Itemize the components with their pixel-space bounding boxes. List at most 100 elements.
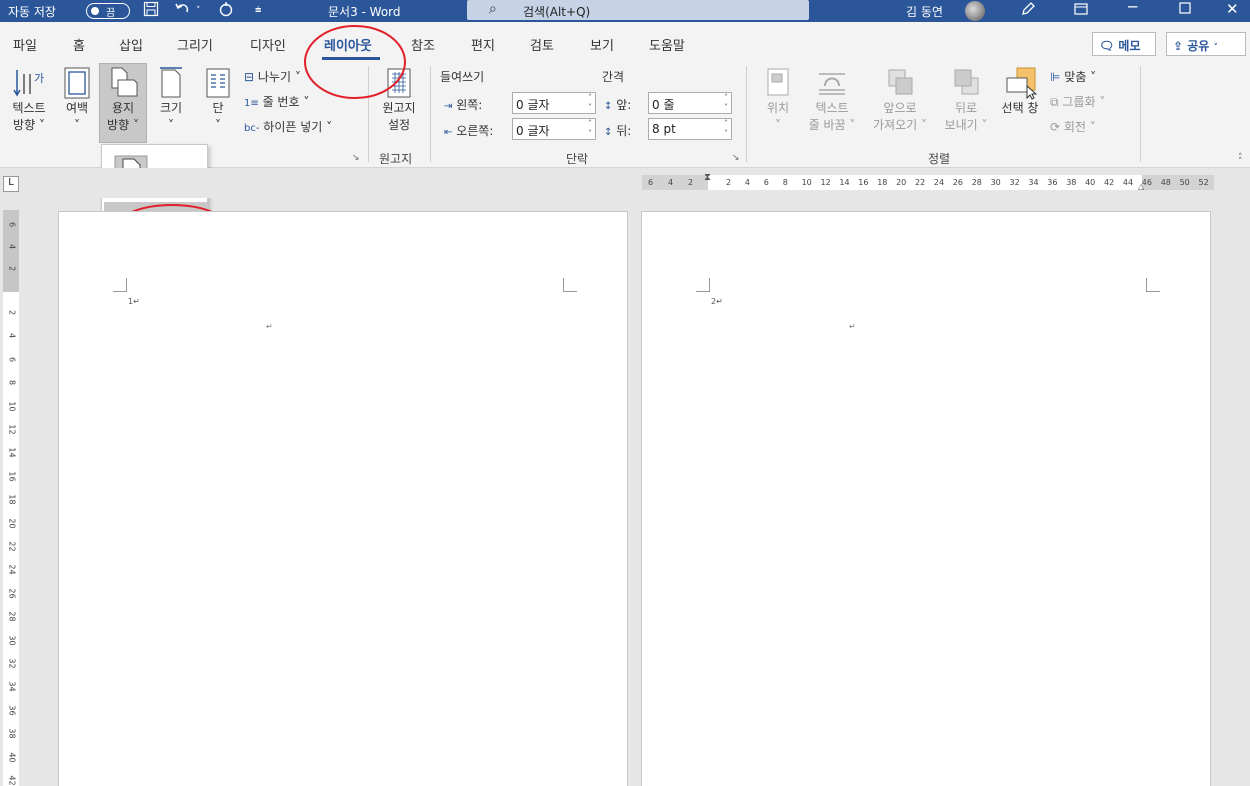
tab-view[interactable]: 보기 — [590, 35, 614, 54]
user-name[interactable]: 김 동연 — [906, 3, 943, 20]
send-backward-button[interactable]: 뒤로 보내기 ˅ — [936, 66, 996, 134]
tab-design[interactable]: 디자인 — [250, 35, 286, 54]
tab-draw[interactable]: 그리기 — [177, 35, 213, 54]
vruler-tick-label: 14 — [7, 447, 17, 458]
hyphenation-button[interactable]: bc- 하이픈 넣기 ˅ — [244, 118, 332, 135]
spacing-after-label: ↕ 뒤: — [604, 122, 631, 139]
page-2-paragraph-mark: ↵ — [849, 322, 856, 331]
share-button[interactable]: ⇪ 공유 ˅ — [1166, 32, 1246, 56]
text-direction-icon: 가 — [13, 70, 44, 97]
autosave-toggle[interactable]: 끔 — [86, 3, 130, 19]
wrap-text-label-2: 줄 바꿈 ˅ — [808, 118, 856, 132]
spacing-after-value: 8 pt — [652, 122, 676, 136]
breaks-button[interactable]: ⊟ 나누기 ˅ — [244, 68, 301, 85]
position-label: 위치 — [766, 101, 790, 115]
wrap-text-button[interactable]: 텍스트 줄 바꿈 ˅ — [800, 66, 864, 134]
position-icon — [767, 68, 789, 96]
indent-title: 들여쓰기 — [440, 70, 485, 84]
arrange-group-label: 정렬 — [928, 152, 951, 166]
spacing-after-input[interactable]: 8 pt ˄ ˅ — [648, 118, 732, 140]
hyphenation-icon: bc- — [244, 123, 260, 134]
toggle-knob — [91, 7, 99, 15]
ribbon-display-icon[interactable] — [1073, 1, 1089, 21]
orientation-button[interactable]: 용지 방향 ˅ — [100, 66, 146, 134]
search-box[interactable]: ⌕ 검색(Alt+Q) — [467, 0, 809, 20]
position-button[interactable]: 위치 ˅ — [756, 66, 800, 134]
manuscript-group-label: 원고지 — [379, 152, 413, 166]
minimize-icon[interactable]: ─ — [1128, 0, 1137, 16]
share-label: 공유 — [1187, 39, 1210, 53]
rotate-button[interactable]: ⟳ 회전 ˅ — [1050, 118, 1096, 135]
tab-help[interactable]: 도움말 — [649, 35, 685, 54]
send-backward-label-2: 보내기 ˅ — [944, 118, 988, 132]
indent-right-input[interactable]: 0 글자 ˄ ˅ — [512, 118, 596, 140]
crop-mark-top-right — [1146, 278, 1160, 292]
undo-icon[interactable] — [174, 1, 192, 21]
page-1[interactable]: 1↵ ↵ — [58, 211, 628, 786]
tab-mailings[interactable]: 편지 — [471, 35, 495, 54]
group-separator — [430, 66, 431, 162]
orientation-label-1: 용지 — [111, 101, 135, 115]
customize-qat-icon[interactable]: ⩧ — [255, 3, 261, 17]
ruler-tick-label: 6 — [648, 178, 654, 187]
group-separator — [1140, 66, 1141, 162]
vruler-tick-label: 22 — [7, 541, 17, 552]
ruler-tick-label: 20 — [896, 178, 907, 187]
tab-insert[interactable]: 삽입 — [119, 35, 143, 54]
size-icon — [160, 67, 182, 98]
ruler-tick-label: 14 — [839, 178, 850, 187]
group-button[interactable]: ⧉ 그룹화 ˅ — [1050, 93, 1105, 110]
ruler-tick-label: 30 — [990, 178, 1001, 187]
selection-pane-button[interactable]: 선택 창 — [996, 66, 1044, 117]
scroll-up-icon[interactable]: ˄ — [1238, 157, 1243, 167]
maximize-icon[interactable] — [1178, 1, 1192, 19]
undo-dropdown-icon[interactable]: ˅ — [196, 6, 201, 16]
columns-button[interactable]: 단 ˅ — [198, 66, 238, 134]
bring-forward-button[interactable]: 앞으로 가져오기 ˅ — [864, 66, 936, 134]
indent-right-value: 0 글자 — [516, 124, 550, 138]
selection-pane-label: 선택 창 — [1001, 101, 1039, 115]
user-avatar[interactable] — [965, 1, 985, 21]
indent-right-spinner-icon[interactable]: ˄ ˅ — [588, 119, 592, 139]
align-button[interactable]: ⊫ 맞춤 ˅ — [1050, 68, 1096, 85]
save-icon[interactable] — [143, 1, 159, 21]
vruler-tick-label: 38 — [7, 728, 17, 739]
comments-label: 메모 — [1118, 39, 1141, 53]
paragraph-group-label: 단락 — [566, 152, 589, 166]
vertical-ruler[interactable]: 6 4 2 2 4 6 8 10 12 14 16 18 20 22 24 26 28 30 32 34 36 38 40 4… — [3, 210, 19, 786]
indent-left-input[interactable]: 0 글자 ˄ ˅ — [512, 92, 596, 114]
vruler-tick-label: 34 — [7, 681, 17, 692]
send-backward-icon — [954, 69, 979, 95]
tab-selector[interactable]: L — [3, 176, 19, 192]
ruler-tick-label: 10 — [801, 178, 812, 187]
page-2[interactable]: 2↵ ↵ — [641, 211, 1211, 786]
right-indent-marker-icon[interactable]: △ — [1138, 182, 1144, 191]
comment-icon: 🗨 — [1099, 39, 1115, 53]
ruler-tick-label: 6 — [763, 178, 769, 187]
spacing-before-spinner-icon[interactable]: ˄ ˅ — [724, 93, 728, 113]
indent-left-spinner-icon[interactable]: ˄ ˅ — [588, 93, 592, 113]
margins-button[interactable]: 여백 ˅ — [56, 66, 98, 134]
ruler-tick-label: 12 — [820, 178, 831, 187]
indent-marker-icon[interactable]: ⧗ — [704, 172, 711, 183]
pen-icon[interactable] — [1020, 1, 1036, 21]
margins-dropdown: ˅ — [74, 118, 80, 132]
comments-button[interactable]: 🗨 메모 — [1092, 32, 1156, 56]
horizontal-ruler[interactable]: 6 4 2 ⧗ 2 4 6 8 10 12 14 16 18 20 22 24 26 28 30 32 34 36 38 40… — [642, 172, 1214, 191]
group-separator — [746, 66, 747, 162]
tab-home[interactable]: 홈 — [73, 35, 85, 54]
tab-file[interactable]: 파일 — [13, 35, 37, 54]
redo-icon[interactable] — [218, 1, 234, 21]
text-direction-button[interactable]: 가 텍스트 방향 ˅ — [6, 66, 52, 134]
spacing-before-input[interactable]: 0 줄 ˄ ˅ — [648, 92, 732, 114]
tab-references[interactable]: 참조 — [411, 35, 435, 54]
paragraph-launcher-icon[interactable]: ↘ — [732, 153, 740, 163]
tab-review[interactable]: 검토 — [530, 35, 554, 54]
close-icon[interactable]: ✕ — [1226, 0, 1239, 18]
spacing-after-spinner-icon[interactable]: ˄ ˅ — [724, 119, 728, 139]
page-setup-launcher-icon[interactable]: ↘ — [352, 153, 360, 163]
page-1-paragraph-mark: ↵ — [266, 322, 273, 331]
size-button[interactable]: 크기 ˅ — [150, 66, 192, 134]
vruler-tick-label: 4 — [7, 243, 17, 250]
ruler-tick-label: 8 — [782, 178, 788, 187]
